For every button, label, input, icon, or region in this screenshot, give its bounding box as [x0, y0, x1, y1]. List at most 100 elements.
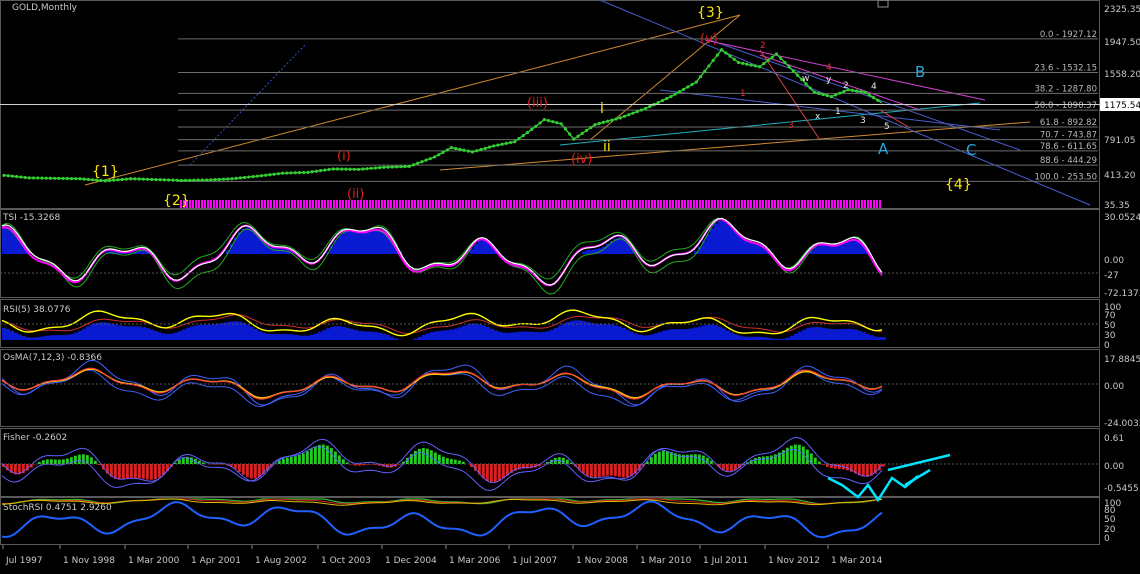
- volume-bar: [726, 200, 728, 208]
- rsi-hist-bar: [870, 335, 874, 340]
- volume-bar: [879, 200, 881, 208]
- volume-bar: [810, 200, 812, 208]
- rsi-hist-bar: [662, 330, 666, 340]
- trendline-orange-1: [84, 14, 741, 186]
- rsi-hist-bar: [586, 321, 590, 340]
- fisher-bar-pos: [686, 454, 689, 464]
- volume-bar: [567, 200, 569, 208]
- tsi-hist-bar: [338, 235, 342, 254]
- volume-bar: [258, 200, 260, 208]
- price-point: [86, 177, 91, 182]
- price-point: [614, 117, 618, 121]
- price-point: [576, 134, 580, 138]
- volume-bar: [513, 200, 515, 208]
- tsi-hist-bar: [834, 245, 838, 254]
- wave-label-w: w: [802, 74, 809, 84]
- fisher-bar-pos: [330, 448, 333, 464]
- price-point: [449, 146, 454, 150]
- price-point: [158, 178, 162, 182]
- rsi-hist-bar: [94, 323, 98, 340]
- price-point: [673, 92, 677, 96]
- volume-bar: [624, 200, 626, 208]
- price-point: [736, 60, 741, 65]
- fib-label-8: 100.0 - 253.50: [1034, 172, 1097, 182]
- volume-bar: [627, 200, 629, 208]
- x-tick-label: 1 Aug 2002: [255, 556, 307, 566]
- wave-label-5-white: 5: [884, 122, 890, 132]
- price-point: [521, 133, 525, 138]
- volume-bar: [642, 200, 644, 208]
- price-point: [753, 64, 757, 68]
- volume-bar: [384, 200, 386, 208]
- volume-bar: [285, 200, 287, 208]
- price-point: [504, 141, 508, 146]
- volume-bar: [795, 200, 797, 208]
- price-point: [724, 51, 728, 55]
- volume-bar: [639, 200, 641, 208]
- tsi-hist-bar: [726, 222, 730, 254]
- volume-bar: [324, 200, 326, 208]
- price-point: [213, 177, 217, 182]
- price-point: [403, 164, 407, 169]
- rsi-hist-bar: [850, 328, 854, 340]
- rsi-hist-bar: [626, 329, 630, 340]
- rsi-hist-bar: [762, 337, 766, 340]
- price-point: [129, 177, 133, 181]
- rsi-hist-bar: [86, 326, 90, 340]
- price-point: [492, 144, 496, 148]
- rsi-hist-bar: [874, 336, 878, 340]
- price-point: [141, 177, 145, 181]
- price-point: [669, 94, 673, 99]
- rsi-hist-bar: [830, 328, 834, 340]
- rsi-hist-bar: [58, 335, 62, 340]
- rsi-hist-bar: [634, 333, 638, 340]
- fisher-bar-neg: [254, 464, 257, 479]
- rsi-hist-bar: [46, 335, 50, 340]
- price-point: [462, 148, 466, 152]
- price-point: [639, 108, 643, 112]
- volume-bar: [765, 200, 767, 208]
- price-point: [458, 147, 462, 151]
- volume-bar: [864, 200, 866, 208]
- tsi-hist-bar: [586, 250, 590, 254]
- current-price-label: 1175.54: [1104, 101, 1140, 111]
- rsi-hist-bar: [166, 333, 170, 340]
- x-tick-label: 1 Jul 2007: [512, 556, 557, 566]
- fisher-bar-neg: [834, 464, 837, 469]
- volume-bar: [480, 200, 482, 208]
- rsi-hist-bar: [214, 324, 218, 340]
- price-point: [251, 175, 255, 179]
- volume-bar: [804, 200, 806, 208]
- price-point: [82, 177, 86, 181]
- volume-bar: [432, 200, 434, 208]
- fisher-bar-neg: [594, 464, 597, 478]
- price-point: [386, 165, 390, 169]
- x-tick-label: 1 Nov 2012: [768, 556, 820, 566]
- price-point: [677, 90, 681, 94]
- y-tick-label: 0.61: [1104, 434, 1124, 444]
- rsi-hist-bar: [506, 332, 510, 340]
- rsi-hist-bar: [466, 324, 470, 340]
- price-point: [268, 173, 272, 177]
- wave-label-x: x: [815, 112, 821, 122]
- rsi-hist-bar: [50, 335, 54, 340]
- rsi-hist-bar: [206, 324, 210, 340]
- rsi-hist-bar: [186, 327, 190, 340]
- rsi-hist-bar: [346, 327, 350, 340]
- price-point: [779, 56, 783, 60]
- rsi-hist-bar: [294, 334, 298, 340]
- volume-bar: [489, 200, 491, 208]
- rsi-hist-bar: [774, 338, 778, 340]
- price-point: [171, 178, 175, 182]
- volume-bar: [333, 200, 335, 208]
- window-close-box[interactable]: [877, 0, 889, 8]
- volume-bar: [312, 200, 314, 208]
- price-point: [19, 175, 23, 179]
- fisher-title: Fisher -0.2602: [3, 433, 67, 443]
- volume-bar: [510, 200, 512, 208]
- wave-label-1-curly: {1}: [92, 164, 119, 180]
- rsi-hist-bar: [498, 331, 502, 340]
- stochrsi-title: StochRSI 0.4751 2.9260: [3, 503, 112, 513]
- fisher-bar-pos: [310, 448, 313, 464]
- volume-bar: [504, 200, 506, 208]
